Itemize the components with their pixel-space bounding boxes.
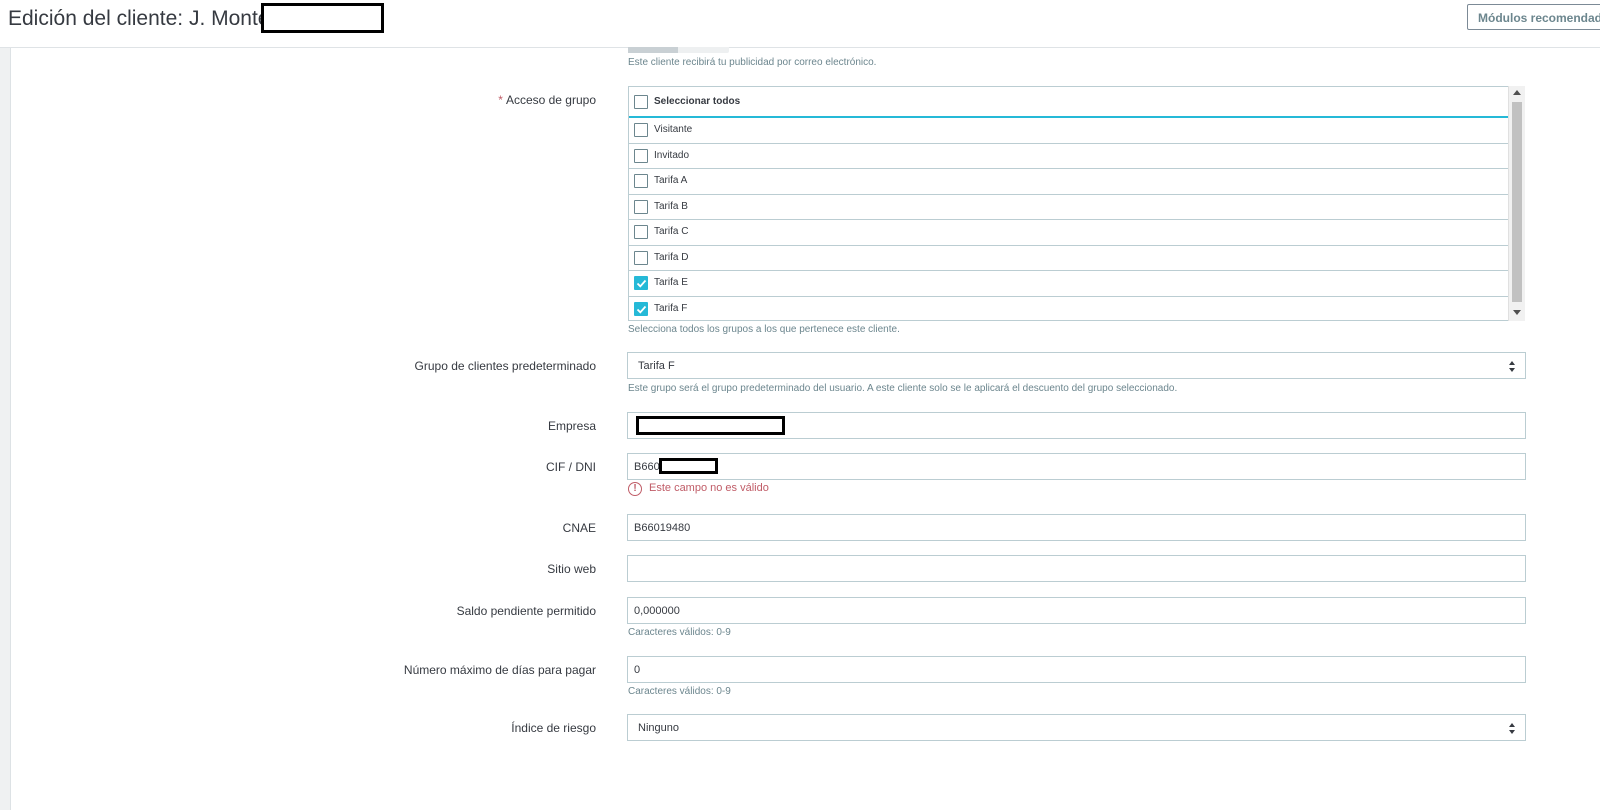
group-row[interactable]: Tarifa C bbox=[629, 220, 1508, 246]
risk-value: Ninguno bbox=[638, 722, 679, 734]
redacted-cif bbox=[659, 458, 718, 474]
outstanding-input[interactable]: 0,000000 bbox=[627, 597, 1526, 624]
group-label: Tarifa F bbox=[654, 302, 688, 314]
group-row[interactable]: Tarifa D bbox=[629, 246, 1508, 271]
group-row[interactable]: Tarifa B bbox=[629, 195, 1508, 220]
select-all-label: Seleccionar todos bbox=[654, 96, 741, 107]
scroll-down-icon[interactable] bbox=[1513, 310, 1521, 315]
cnae-label: CNAE bbox=[562, 521, 596, 535]
default-group-select[interactable]: Tarifa F bbox=[627, 352, 1526, 379]
group-row[interactable]: Invitado bbox=[629, 144, 1508, 169]
group-label: Visitante bbox=[654, 124, 693, 135]
recommended-modules-button[interactable]: Módulos recomendados bbox=[1467, 4, 1600, 30]
redacted-name bbox=[261, 3, 384, 33]
group-checkbox[interactable] bbox=[634, 199, 648, 214]
max-days-help: Caracteres válidos: 0-9 bbox=[628, 686, 731, 697]
default-group-help: Este grupo será el grupo predeterminado … bbox=[628, 383, 1178, 394]
check-icon bbox=[636, 279, 647, 288]
default-group-value: Tarifa F bbox=[638, 360, 675, 372]
newsletter-help: Este cliente recibirá tu publicidad por … bbox=[628, 57, 877, 68]
cif-label: CIF / DNI bbox=[546, 460, 596, 474]
page-title: Edición del cliente: J. Monte bbox=[8, 7, 270, 30]
risk-label: Índice de riesgo bbox=[511, 721, 596, 735]
group-checkbox[interactable] bbox=[634, 123, 648, 137]
page-header: Edición del cliente: J. Monte Módulos re… bbox=[0, 0, 1600, 48]
check-icon bbox=[636, 305, 647, 314]
website-input[interactable] bbox=[627, 555, 1526, 582]
select-all-checkbox[interactable] bbox=[634, 95, 648, 109]
select-arrows-icon bbox=[1509, 361, 1516, 372]
scroll-up-icon[interactable] bbox=[1513, 90, 1521, 95]
scrollbar-thumb[interactable] bbox=[1512, 102, 1522, 302]
group-row[interactable]: Tarifa F bbox=[629, 297, 1508, 321]
group-checkbox[interactable] bbox=[634, 225, 648, 239]
group-label: Tarifa B bbox=[654, 200, 688, 212]
cif-input[interactable]: B660 bbox=[627, 453, 1526, 480]
group-row[interactable]: Tarifa E bbox=[629, 271, 1508, 297]
risk-select[interactable]: Ninguno bbox=[627, 714, 1526, 741]
cnae-input[interactable]: B66019480 bbox=[627, 514, 1526, 541]
company-label: Empresa bbox=[547, 419, 596, 433]
error-icon: ! bbox=[628, 482, 642, 496]
required-mark: * bbox=[498, 93, 503, 107]
group-row[interactable]: Tarifa A bbox=[629, 169, 1508, 195]
group-list-scrollbar[interactable] bbox=[1508, 86, 1525, 321]
outstanding-label: Saldo pendiente permitido bbox=[456, 604, 596, 618]
newsletter-toggle[interactable] bbox=[628, 47, 729, 53]
group-checkbox-checked[interactable] bbox=[634, 301, 648, 316]
group-label: Tarifa D bbox=[654, 251, 689, 263]
max-days-label: Número máximo de días para pagar bbox=[403, 663, 596, 677]
outstanding-help: Caracteres válidos: 0-9 bbox=[628, 627, 731, 638]
website-label: Sitio web bbox=[547, 562, 596, 576]
group-label: Tarifa E bbox=[654, 277, 688, 288]
max-days-input[interactable]: 0 bbox=[627, 656, 1526, 683]
group-label: Invitado bbox=[654, 149, 690, 161]
sidebar-edge bbox=[0, 48, 11, 810]
group-checkbox-checked[interactable] bbox=[634, 276, 648, 290]
redacted-company bbox=[636, 416, 785, 435]
group-checkbox[interactable] bbox=[634, 250, 648, 265]
group-row[interactable]: Visitante bbox=[629, 118, 1508, 144]
group-checkbox[interactable] bbox=[634, 148, 648, 163]
select-all-row[interactable]: Seleccionar todos bbox=[629, 87, 1508, 118]
group-access-list: Seleccionar todos Visitante Invitado Tar… bbox=[628, 86, 1525, 321]
group-label: Tarifa A bbox=[654, 175, 688, 186]
group-label: Tarifa C bbox=[654, 226, 689, 237]
group-access-label: * Acceso de grupo bbox=[498, 93, 596, 107]
default-group-label: Grupo de clientes predeterminado bbox=[414, 359, 596, 373]
select-arrows-icon bbox=[1509, 723, 1516, 734]
group-access-help: Selecciona todos los grupos a los que pe… bbox=[628, 324, 900, 335]
group-checkbox[interactable] bbox=[634, 174, 648, 188]
cif-error-text: Este campo no es válido bbox=[649, 482, 769, 494]
